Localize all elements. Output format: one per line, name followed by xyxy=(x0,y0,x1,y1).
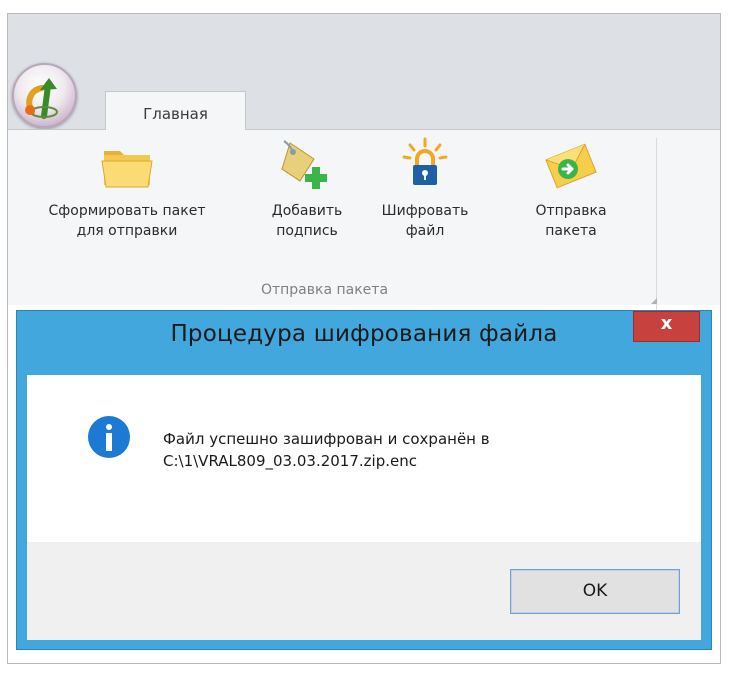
group-divider xyxy=(656,138,657,312)
encryption-dialog: Процедура шифрования файла x Файл успешн… xyxy=(17,311,711,649)
message-area: Файл успешно зашифрован и сохранён в C:\… xyxy=(27,375,701,542)
message-line-2: C:\1\VRAL809_03.03.2017.zip.enc xyxy=(163,452,417,470)
tag-add-icon xyxy=(278,137,336,195)
mail-send-icon xyxy=(542,137,600,195)
add-signature-button[interactable]: Добавить подпись xyxy=(260,137,354,241)
folder-icon xyxy=(98,137,156,195)
build-package-button[interactable]: Сформировать пакет для отправки xyxy=(17,137,237,241)
dialog-client-area: Файл успешно зашифрован и сохранён в C:\… xyxy=(27,375,701,640)
tab-home[interactable]: Главная xyxy=(105,91,246,133)
message-line-1: Файл успешно зашифрован и сохранён в xyxy=(163,430,490,448)
info-icon xyxy=(88,416,130,458)
close-button[interactable]: x xyxy=(633,311,700,342)
send-package-button[interactable]: Отправка пакета xyxy=(523,137,619,241)
encrypt-file-label: Шифровать файл xyxy=(381,203,469,239)
build-package-label: Сформировать пакет для отправки xyxy=(48,203,206,239)
send-package-label: Отправка пакета xyxy=(535,203,607,239)
lock-icon xyxy=(396,137,454,195)
close-icon: x xyxy=(660,313,673,334)
app-logo-icon xyxy=(25,78,58,119)
ok-button[interactable]: OK xyxy=(510,569,680,614)
group-launcher-icon[interactable] xyxy=(649,296,657,304)
dialog-title: Процедура шифрования файла xyxy=(170,321,558,347)
dialog-message: Файл успешно зашифрован и сохранён в C:\… xyxy=(163,428,490,472)
application-menu-button[interactable] xyxy=(12,63,77,128)
ribbon-group-label: Отправка пакета xyxy=(260,282,389,298)
encrypt-file-button[interactable]: Шифровать файл xyxy=(374,137,476,241)
add-signature-label: Добавить подпись xyxy=(271,203,343,239)
